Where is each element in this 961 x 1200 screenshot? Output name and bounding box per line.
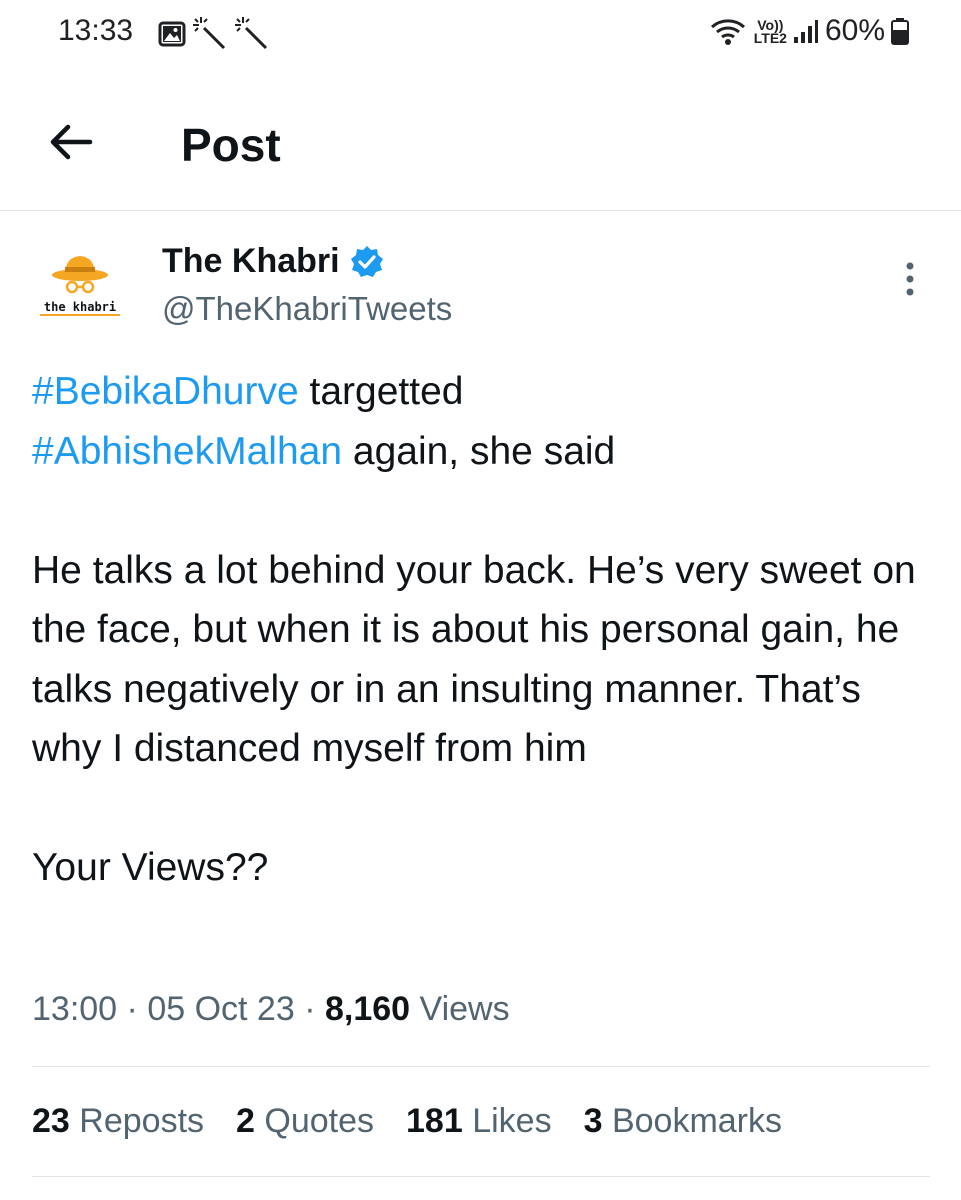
views-count: 8,160 [324, 990, 411, 1028]
status-notification-icons [158, 16, 270, 52]
views-label: Views [419, 990, 510, 1028]
post-paragraph: Your Views?? [32, 846, 269, 889]
stat-count: 181 [406, 1102, 463, 1140]
top-app-bar: Post [0, 90, 961, 211]
post-text: #BebikaDhurve targetted #AbhishekMalhan … [32, 362, 932, 898]
quotes-stat[interactable]: 2 Quotes [236, 1102, 374, 1141]
wifi-icon [710, 19, 745, 45]
battery-percent: 60% [824, 14, 885, 47]
post-time[interactable]: 13:00 [32, 990, 117, 1028]
stat-label: Reposts [79, 1102, 205, 1140]
likes-stat[interactable]: 181 Likes [406, 1102, 552, 1141]
stat-label: Quotes [264, 1102, 375, 1140]
post-date[interactable]: 05 Oct 23 [147, 990, 294, 1028]
post-meta: 13:00 · 05 Oct 23 · 8,160 Views [32, 990, 510, 1029]
bookmarks-stat[interactable]: 3 Bookmarks [584, 1102, 782, 1141]
stat-label: Bookmarks [611, 1102, 783, 1140]
status-time: 13:33 [58, 14, 134, 47]
stat-count: 23 [32, 1102, 70, 1140]
arrow-left-icon [50, 124, 93, 160]
avatar-logo-icon: the khabri [40, 256, 120, 316]
reposts-stat[interactable]: 23 Reposts [32, 1102, 204, 1141]
post-text-segment: again, she said [342, 429, 616, 473]
network-type-label: Vo)) LTE2 [753, 18, 787, 46]
stat-count: 2 [236, 1102, 255, 1140]
avatar[interactable]: the khabri [30, 245, 130, 335]
status-system-icons: Vo)) LTE2 60% [708, 14, 909, 48]
back-button[interactable] [44, 114, 100, 170]
post-text-line: #BebikaDhurve targetted [32, 362, 932, 422]
stat-count: 3 [583, 1102, 603, 1140]
magic-wand-icon [193, 17, 226, 50]
author-name[interactable]: The Khabri [162, 242, 340, 281]
post-text-line: #AbhishekMalhan again, she said [32, 422, 932, 482]
magic-wand-icon [235, 17, 268, 50]
post-text-segment: targetted [298, 370, 464, 413]
signal-icon [793, 20, 818, 43]
image-icon [158, 21, 186, 47]
verified-badge-icon [350, 245, 383, 277]
divider [32, 1176, 930, 1177]
author-name-row[interactable]: The Khabri [162, 242, 384, 281]
more-options-button[interactable] [895, 260, 925, 300]
post-paragraph: He talks a lot behind your back. He’s ve… [32, 548, 916, 771]
stat-label: Likes [472, 1102, 552, 1140]
lte-label: LTE2 [753, 30, 787, 46]
author-handle[interactable]: @TheKhabriTweets [162, 290, 452, 328]
hashtag-link[interactable]: #BebikaDhurve [32, 370, 299, 413]
battery-icon [891, 18, 909, 45]
avatar-logo-text: the khabri [44, 300, 116, 314]
meta-separator: · [126, 990, 138, 1028]
meta-separator: · [304, 990, 316, 1028]
page-title: Post [181, 119, 281, 171]
status-bar: 13:33 Vo)) LTE2 60% [0, 0, 961, 70]
engagement-stats: 23 Reposts 2 Quotes 181 Likes 3 Bookmark… [32, 1102, 782, 1141]
divider [32, 1066, 930, 1067]
more-vertical-icon [906, 262, 914, 296]
hashtag-link[interactable]: #AbhishekMalhan [32, 430, 342, 473]
